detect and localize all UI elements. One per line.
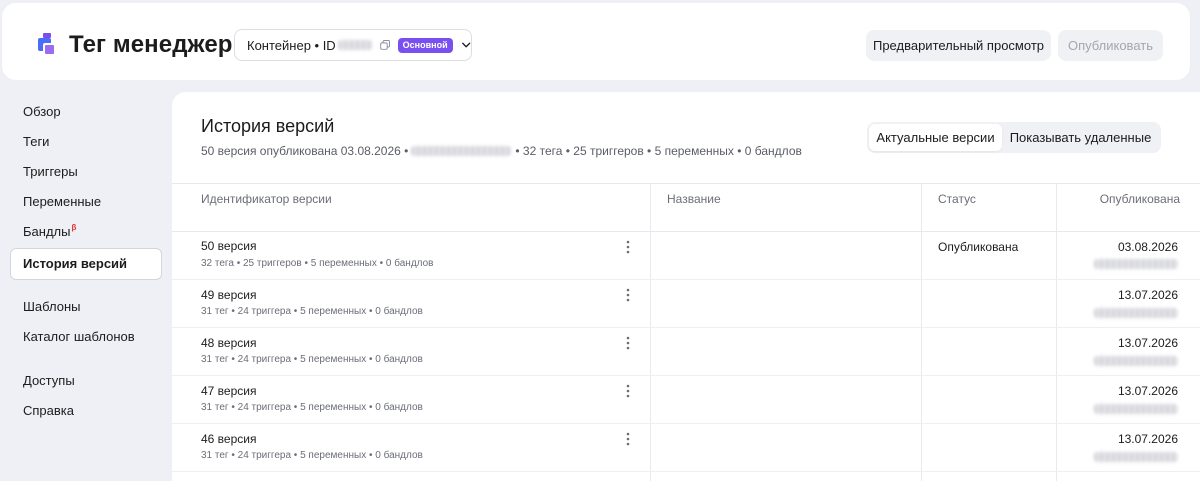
more-vertical-icon[interactable] — [625, 432, 631, 446]
row-divider — [172, 423, 1200, 424]
publisher-redacted — [1094, 404, 1178, 414]
publisher-redacted — [1094, 308, 1178, 318]
row-divider — [172, 327, 1200, 328]
container-label: Контейнер • ID — [247, 37, 336, 53]
top-bar: Тег менеджер Контейнер • ID Основной Пре… — [2, 3, 1190, 80]
published-date: 03.08.2026 — [1117, 240, 1178, 254]
more-vertical-icon[interactable] — [625, 288, 631, 302]
brand-title: Тег менеджер — [69, 31, 233, 58]
current-versions-tab[interactable]: Актуальные версии — [869, 124, 1002, 151]
table-top-divider — [172, 183, 1200, 184]
version-meta: 32 тега • 25 триггеров • 5 переменных • … — [201, 258, 434, 269]
more-vertical-icon[interactable] — [625, 240, 631, 254]
published-date: 13.07.2026 — [1117, 432, 1178, 446]
column-divider — [650, 183, 651, 481]
published-date: 13.07.2026 — [1117, 336, 1178, 350]
main-panel: История версий 50 версия опубликована 03… — [172, 92, 1200, 481]
container-id-redacted — [337, 40, 373, 50]
version-name: 47 версия — [201, 384, 257, 398]
sidebar-item-templates[interactable]: Шаблоны — [23, 298, 81, 316]
version-name: 50 версия — [201, 239, 257, 253]
sidebar-item-triggers[interactable]: Триггеры — [23, 163, 78, 181]
column-divider — [1056, 183, 1057, 481]
publisher-redacted — [1094, 356, 1178, 366]
version-meta: 31 тег • 24 триггера • 5 переменных • 0 … — [201, 354, 423, 365]
publish-button[interactable]: Опубликовать — [1058, 30, 1163, 61]
sidebar-item-bundles[interactable]: Бандлыβ — [23, 223, 76, 241]
sidebar-item-variables[interactable]: Переменные — [23, 193, 101, 211]
row-divider — [172, 375, 1200, 376]
version-status: Опубликована — [938, 240, 1019, 254]
beta-badge: β — [71, 223, 77, 232]
publisher-redacted — [1094, 259, 1178, 269]
version-meta: 31 тег • 24 триггера • 5 переменных • 0 … — [201, 306, 423, 317]
preview-button[interactable]: Предварительный просмотр — [866, 30, 1051, 61]
version-filter-toggle: Актуальные версии Показывать удаленные — [867, 122, 1161, 153]
column-divider — [921, 183, 922, 481]
version-name: 49 версия — [201, 288, 257, 302]
sidebar-item-tags[interactable]: Теги — [23, 133, 49, 151]
row-divider — [172, 471, 1200, 472]
sidebar-item-access[interactable]: Доступы — [23, 372, 75, 390]
sidebar-item-overview[interactable]: Обзор — [23, 103, 61, 121]
summary-counts-text: • 32 тега • 25 триггеров • 5 переменных … — [515, 144, 802, 158]
version-name: 48 версия — [201, 336, 257, 350]
publisher-redacted — [411, 146, 512, 156]
publisher-redacted — [1094, 452, 1178, 462]
more-vertical-icon[interactable] — [625, 384, 631, 398]
summary-published-text: 50 версия опубликована 03.08.2026 • — [201, 144, 409, 158]
show-deleted-tab[interactable]: Показывать удаленные — [1002, 124, 1159, 151]
column-header-id[interactable]: Идентификатор версии — [201, 192, 332, 206]
column-header-published[interactable]: Опубликована — [1100, 192, 1180, 206]
more-vertical-icon[interactable] — [625, 336, 631, 350]
page-title: История версий — [201, 116, 335, 136]
copy-icon[interactable] — [380, 39, 391, 51]
column-header-name[interactable]: Название — [667, 192, 721, 206]
tag-manager-logo-icon — [38, 33, 56, 56]
chevron-down-icon[interactable] — [461, 39, 471, 51]
published-date: 13.07.2026 — [1117, 288, 1178, 302]
container-main-badge: Основной — [397, 37, 453, 53]
sidebar-item-help[interactable]: Справка — [23, 402, 74, 420]
table-header-divider — [172, 231, 1200, 232]
version-name: 46 версия — [201, 432, 257, 446]
sidebar-item-version-history[interactable]: История версий — [10, 248, 162, 280]
version-meta: 31 тег • 24 триггера • 5 переменных • 0 … — [201, 450, 423, 461]
version-summary: 50 версия опубликована 03.08.2026 • • 32… — [201, 144, 802, 158]
sidebar-item-bundles-label: Бандлы — [23, 224, 71, 239]
published-date: 13.07.2026 — [1117, 384, 1178, 398]
sidebar-item-template-catalog[interactable]: Каталог шаблонов — [23, 328, 135, 346]
row-divider — [172, 279, 1200, 280]
column-header-status[interactable]: Статус — [938, 192, 976, 206]
version-meta: 31 тег • 24 триггера • 5 переменных • 0 … — [201, 402, 423, 413]
container-selector[interactable]: Контейнер • ID Основной — [234, 29, 472, 61]
